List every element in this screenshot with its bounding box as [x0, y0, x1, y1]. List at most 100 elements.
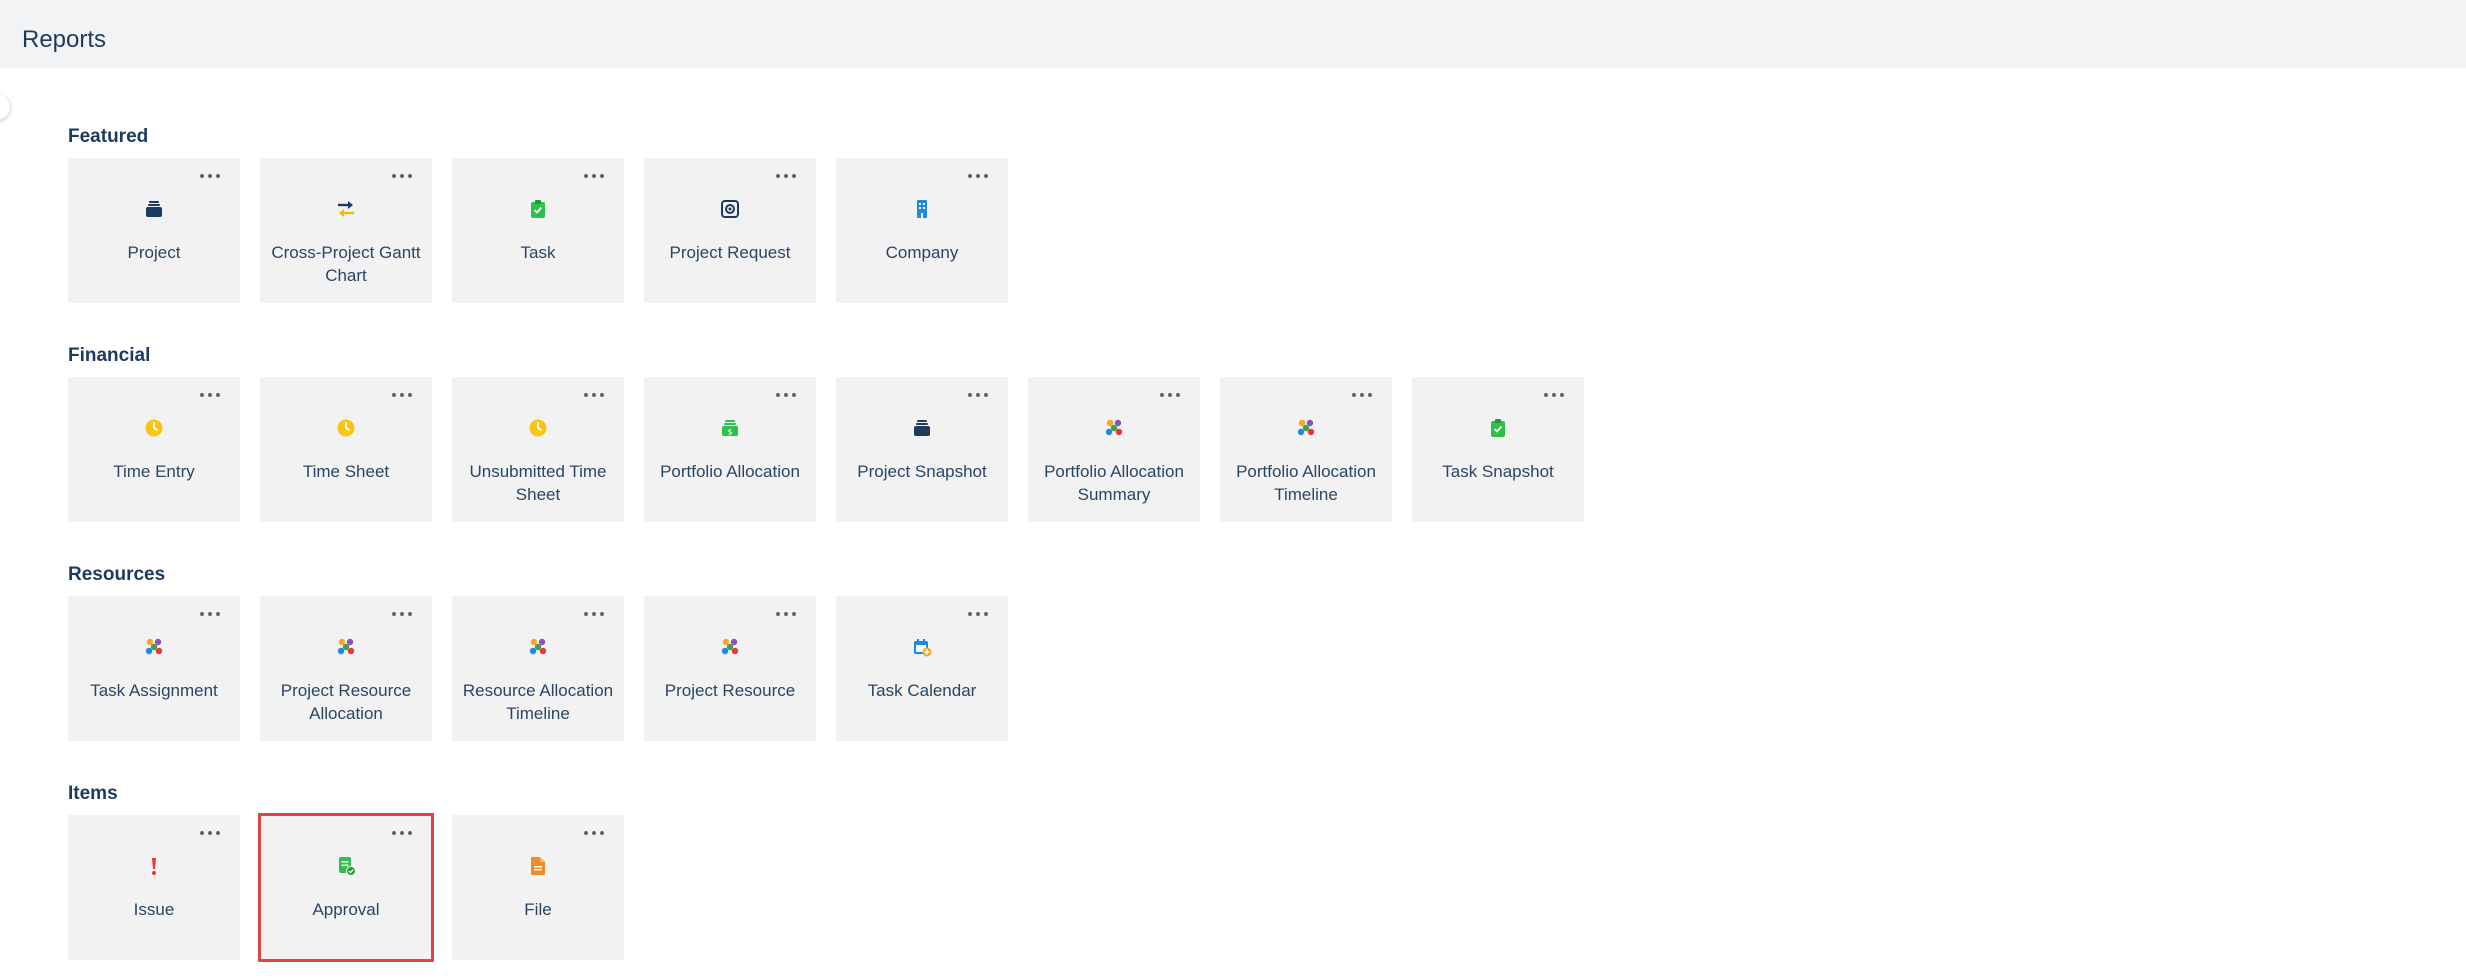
more-options-icon[interactable] — [200, 829, 220, 837]
more-options-icon[interactable] — [968, 172, 988, 180]
tile-label: File — [524, 900, 552, 919]
report-tile-issue[interactable]: Issue — [68, 815, 240, 960]
more-options-icon[interactable] — [584, 829, 604, 837]
project-stack-icon — [144, 199, 164, 219]
report-tile-time-sheet[interactable]: Time Sheet — [260, 377, 432, 522]
svg-text:$: $ — [727, 428, 732, 437]
more-options-icon[interactable] — [200, 391, 220, 399]
calendar-icon — [912, 637, 932, 657]
section-title: Featured — [68, 126, 149, 147]
more-options-icon[interactable] — [1352, 391, 1372, 399]
tile-label: Time Entry — [113, 462, 195, 481]
more-options-icon[interactable] — [776, 172, 796, 180]
section-items: Items Issue Approval File — [68, 783, 624, 962]
tile-label: Project Request — [669, 243, 791, 262]
more-options-icon[interactable] — [392, 829, 412, 837]
tile-label: Task Snapshot — [1442, 462, 1554, 481]
report-tile-resource-allocation-timeline[interactable]: Resource Allocation Timeline — [452, 596, 624, 741]
more-options-icon[interactable] — [200, 172, 220, 180]
section-title: Resources — [68, 564, 166, 585]
tile-label: Task Assignment — [90, 681, 218, 700]
report-tile-time-entry[interactable]: Time Entry — [68, 377, 240, 522]
people-group-icon — [1104, 418, 1124, 438]
tile-row: Time Entry Time Sheet Unsubmitted Time She… — [68, 377, 1584, 522]
report-tile-task-snapshot[interactable]: Task Snapshot — [1412, 377, 1584, 522]
report-tile-approval[interactable]: Approval — [258, 813, 434, 962]
page-header — [0, 0, 2466, 68]
task-clipboard-icon — [1488, 418, 1508, 438]
tile-row: Project Cross-Project Gantt Chart Task Proj… — [68, 158, 1008, 303]
people-group-icon — [1296, 418, 1316, 438]
people-group-icon — [336, 637, 356, 657]
more-options-icon[interactable] — [776, 610, 796, 618]
clock-icon — [528, 418, 548, 438]
report-tile-task[interactable]: Task — [452, 158, 624, 303]
more-options-icon[interactable] — [392, 172, 412, 180]
request-target-icon — [720, 199, 740, 219]
tile-label: Time Sheet — [302, 462, 390, 481]
swap-arrows-icon — [336, 199, 356, 219]
tile-label: Portfolio Allocation — [660, 462, 800, 481]
report-tile-cross-project-gantt-chart[interactable]: Cross-Project Gantt Chart — [260, 158, 432, 303]
more-options-icon[interactable] — [968, 610, 988, 618]
more-options-icon[interactable] — [776, 391, 796, 399]
file-icon — [528, 856, 548, 876]
report-tile-project-request[interactable]: Project Request — [644, 158, 816, 303]
more-options-icon[interactable] — [968, 391, 988, 399]
page-title: Reports — [22, 26, 107, 53]
task-clipboard-icon — [528, 199, 548, 219]
approval-doc-icon — [336, 856, 356, 876]
sidebar-toggle[interactable] — [0, 94, 10, 120]
money-stack-icon: $ — [720, 418, 740, 438]
project-stack-icon — [912, 418, 932, 438]
report-tile-task-calendar[interactable]: Task Calendar — [836, 596, 1008, 741]
report-tile-project[interactable]: Project — [68, 158, 240, 303]
report-tile-project-resource[interactable]: Project Resource — [644, 596, 816, 741]
report-tile-portfolio-allocation-summary[interactable]: Portfolio Allocation Summary — [1028, 377, 1200, 522]
exclamation-icon — [144, 856, 164, 876]
report-tile-file[interactable]: File — [452, 815, 624, 960]
tile-label: Project Resource — [664, 681, 796, 700]
more-options-icon[interactable] — [584, 172, 604, 180]
clock-icon — [336, 418, 356, 438]
tile-label: Project Snapshot — [857, 462, 987, 481]
tile-label: Unsubmitted Time Sheet — [469, 462, 607, 504]
section-title: Financial — [68, 345, 151, 366]
report-tile-project-snapshot[interactable]: Project Snapshot — [836, 377, 1008, 522]
tile-label: Task — [520, 243, 556, 262]
people-group-icon — [144, 637, 164, 657]
tile-row: Issue Approval File — [68, 813, 624, 962]
more-options-icon[interactable] — [1544, 391, 1564, 399]
more-options-icon[interactable] — [1160, 391, 1180, 399]
report-tile-portfolio-allocation[interactable]: $ Portfolio Allocation — [644, 377, 816, 522]
tile-label: Approval — [312, 900, 380, 919]
more-options-icon[interactable] — [392, 610, 412, 618]
tile-label: Company — [885, 243, 959, 262]
people-group-icon — [720, 637, 740, 657]
building-icon — [912, 199, 932, 219]
tile-label: Cross-Project Gantt Chart — [271, 243, 421, 285]
more-options-icon[interactable] — [200, 610, 220, 618]
people-group-icon — [528, 637, 548, 657]
section-financial: Financial Time Entry Time Sheet Unsubmitted… — [68, 345, 1584, 522]
section-featured: Featured Project Cross-Project Gantt Chart… — [68, 126, 1008, 303]
report-tile-portfolio-allocation-timeline[interactable]: Portfolio Allocation Timeline — [1220, 377, 1392, 522]
more-options-icon[interactable] — [584, 391, 604, 399]
section-title: Items — [68, 783, 118, 804]
tile-label: Portfolio Allocation Summary — [1044, 462, 1184, 504]
tile-label: Task Calendar — [867, 681, 977, 700]
tile-label: Issue — [133, 900, 175, 919]
tile-label: Project Resource Allocation — [280, 681, 412, 723]
more-options-icon[interactable] — [584, 610, 604, 618]
section-resources: Resources Task Assignment Project Resource… — [68, 564, 1008, 741]
more-options-icon[interactable] — [392, 391, 412, 399]
tile-label: Portfolio Allocation Timeline — [1236, 462, 1376, 504]
report-tile-project-resource-allocation[interactable]: Project Resource Allocation — [260, 596, 432, 741]
tile-label: Project — [127, 243, 181, 262]
report-tile-unsubmitted-time-sheet[interactable]: Unsubmitted Time Sheet — [452, 377, 624, 522]
clock-icon — [144, 418, 164, 438]
tile-row: Task Assignment Project Resource Allocati… — [68, 596, 1008, 741]
report-tile-company[interactable]: Company — [836, 158, 1008, 303]
report-tile-task-assignment[interactable]: Task Assignment — [68, 596, 240, 741]
tile-label: Resource Allocation Timeline — [462, 681, 614, 723]
